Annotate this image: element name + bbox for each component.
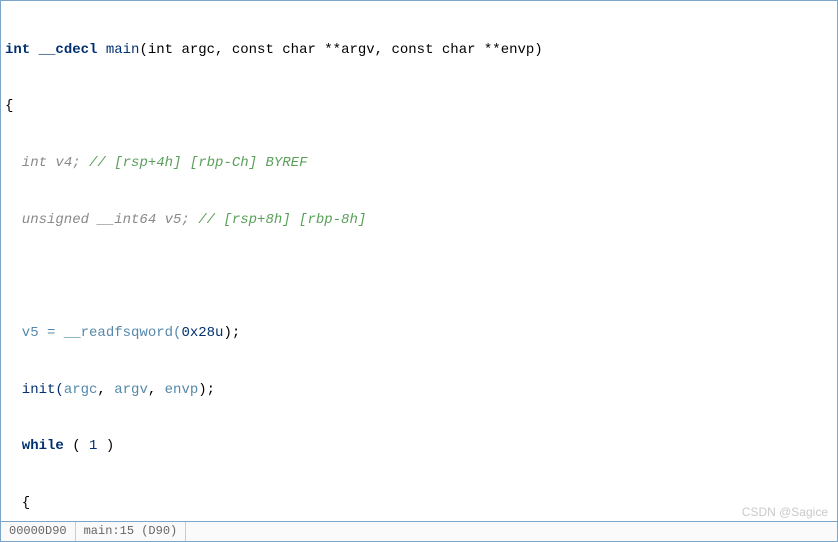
- code-line: {: [5, 97, 833, 116]
- tok: argv: [114, 382, 148, 398]
- status-address[interactable]: 00000D90: [1, 522, 76, 541]
- tok: ): [97, 438, 114, 454]
- tok-decl: v4;: [47, 155, 89, 171]
- tok: (: [64, 438, 89, 454]
- tok-decl: unsigned: [5, 212, 89, 228]
- tok-kw: while: [5, 438, 64, 454]
- status-location[interactable]: main:15 (D90): [76, 522, 187, 541]
- tok-decl: int: [5, 155, 47, 171]
- tok: );: [223, 325, 240, 341]
- code-line: unsigned __int64 v5; // [rsp+8h] [rbp-8h…: [5, 211, 833, 230]
- decompiler-view: int __cdecl main(int argc, const char **…: [0, 0, 838, 542]
- tok-decl: __int64 v5;: [89, 212, 198, 228]
- tok-comment: // [rsp+4h] [rbp-Ch] BYREF: [89, 155, 307, 171]
- tok-comment: // [rsp+8h] [rbp-8h]: [198, 212, 366, 228]
- tok-type: int: [5, 42, 39, 58]
- code-line: init(argc, argv, envp);: [5, 381, 833, 400]
- tok: );: [198, 382, 215, 398]
- code-line: v5 = __readfsqword(0x28u);: [5, 324, 833, 343]
- tok: v5 = __readfsqword(: [5, 325, 181, 341]
- code-line: while ( 1 ): [5, 437, 833, 456]
- code-listing[interactable]: int __cdecl main(int argc, const char **…: [1, 1, 837, 521]
- tok-args: (int argc, const char **argv, const char…: [139, 42, 542, 58]
- tok-funcname: main: [106, 42, 140, 58]
- status-bar: 00000D90 main:15 (D90): [1, 521, 837, 541]
- tok: argc: [64, 382, 98, 398]
- tok-cc: __cdecl: [39, 42, 106, 58]
- tok: {: [5, 495, 30, 511]
- tok: ,: [148, 382, 165, 398]
- code-line: {: [5, 494, 833, 513]
- tok: envp: [165, 382, 199, 398]
- code-line: int __cdecl main(int argc, const char **…: [5, 41, 833, 60]
- tok: ,: [97, 382, 114, 398]
- tok: 0x28u: [181, 325, 223, 341]
- code-line: int v4; // [rsp+4h] [rbp-Ch] BYREF: [5, 154, 833, 173]
- tok: init(: [5, 382, 64, 398]
- code-line: [5, 267, 833, 286]
